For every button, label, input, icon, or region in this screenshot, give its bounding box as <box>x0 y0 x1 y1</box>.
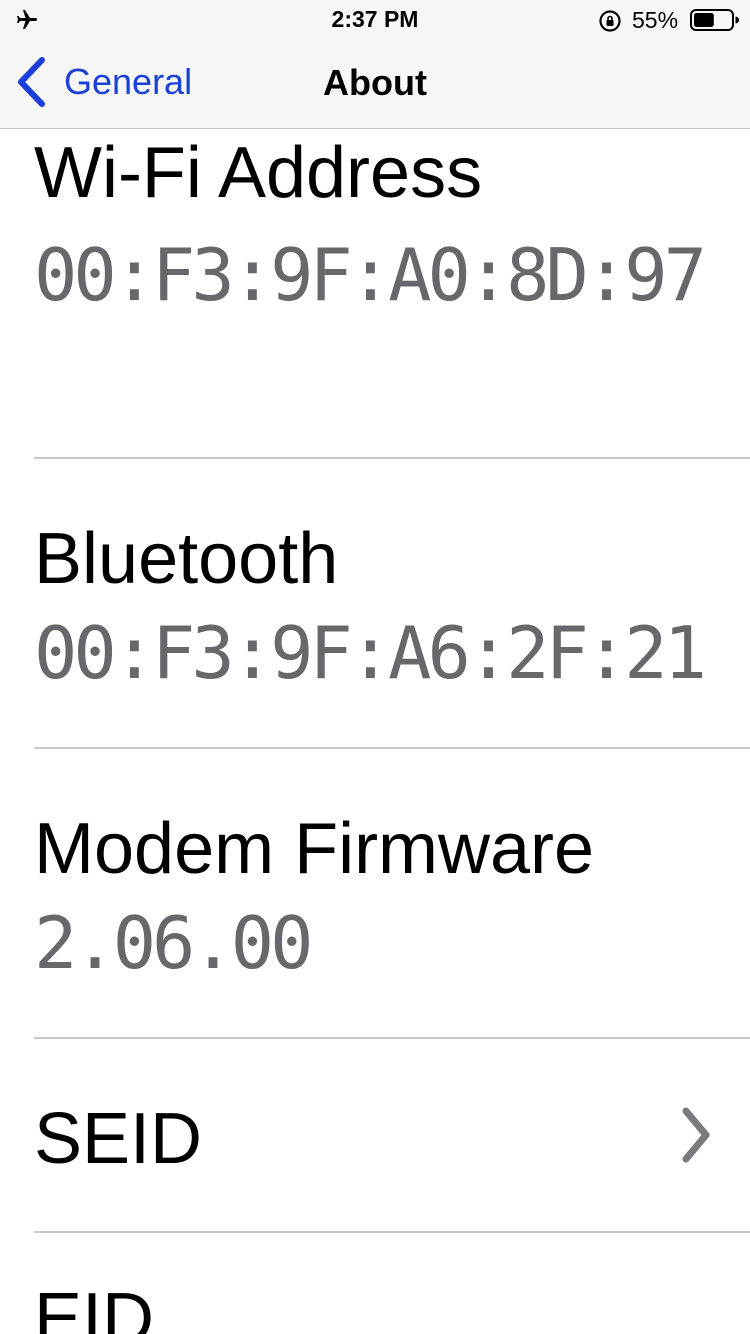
list-item-eid: EID <box>34 1233 750 1334</box>
battery-icon <box>690 9 739 31</box>
about-list: Wi-Fi Address 00:F3:9F:A0:8D:97 Bluetoot… <box>0 129 750 1334</box>
list-item-value: 2.06.00 <box>34 901 313 985</box>
list-item-label: EID <box>34 1279 155 1334</box>
list-item-bluetooth: Bluetooth 00:F3:9F:A6:2F:21 <box>34 459 750 749</box>
status-bar: 2:37 PM 55% <box>0 0 750 40</box>
list-item-label: Modem Firmware <box>34 809 595 889</box>
list-item-value: 00:F3:9F:A0:8D:97 <box>34 233 707 317</box>
navigation-bar: General About <box>0 40 750 129</box>
list-item-label: Bluetooth <box>34 519 339 599</box>
orientation-lock-icon <box>599 10 621 32</box>
list-item-modem-firmware: Modem Firmware 2.06.00 <box>34 749 750 1039</box>
list-item-label: Wi-Fi Address <box>34 133 483 213</box>
page-title: About <box>323 62 427 103</box>
list-item-wifi-address: Wi-Fi Address 00:F3:9F:A0:8D:97 <box>34 129 750 459</box>
list-item-label: SEID <box>34 1099 203 1179</box>
battery-percent: 55% <box>632 7 679 33</box>
list-item-seid[interactable]: SEID <box>34 1039 750 1233</box>
chevron-right-icon <box>682 1107 710 1163</box>
list-item-value: 00:F3:9F:A6:2F:21 <box>34 611 707 695</box>
